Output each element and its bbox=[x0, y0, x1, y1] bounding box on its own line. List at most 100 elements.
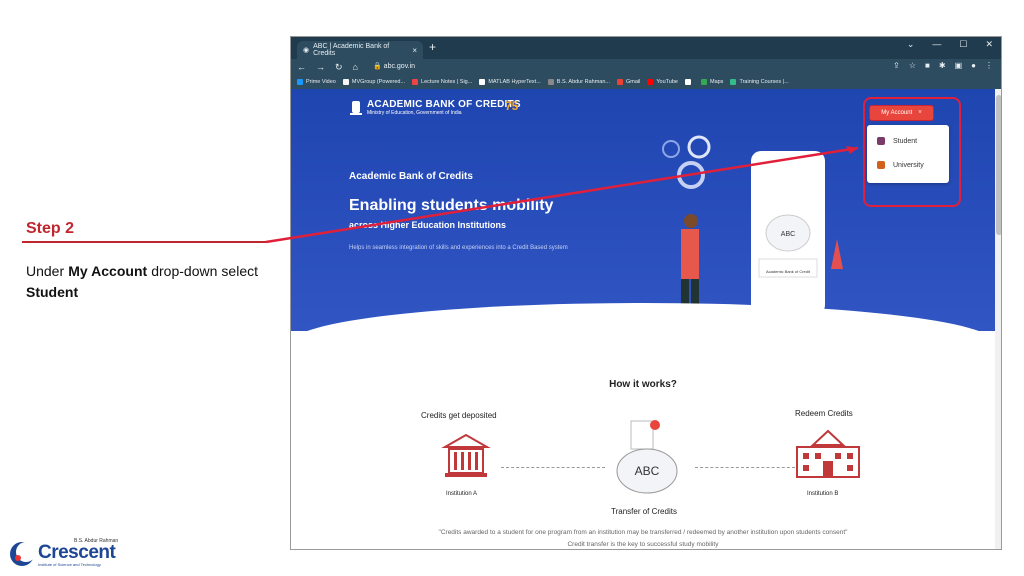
transfer-of-credits-label: Transfer of Credits bbox=[611, 507, 677, 516]
bookmark-item[interactable]: B.S. Abdur Rahman... bbox=[547, 79, 610, 85]
bookmark-favicon-icon bbox=[479, 79, 486, 85]
emblem-icon bbox=[350, 101, 362, 115]
logo-sub-text: Institute of Science and Technology bbox=[38, 562, 101, 567]
student-label: Student bbox=[893, 137, 918, 145]
sidepanel-icon[interactable]: ▣ bbox=[955, 61, 963, 70]
dashed-connector-right bbox=[695, 467, 795, 468]
bookmark-favicon-icon bbox=[412, 79, 419, 85]
bookmark-item[interactable]: YouTube bbox=[647, 79, 678, 85]
my-account-dropdown: Student University bbox=[867, 125, 949, 183]
piggy-bank-icon: ABC bbox=[616, 420, 678, 494]
tab-bar: ◉ ABC | Academic Bank of Credits × + ⌄ —… bbox=[291, 37, 1001, 59]
student-icon bbox=[877, 137, 885, 145]
desc-student: Student bbox=[26, 284, 79, 300]
bookmark-label: YouTube bbox=[656, 79, 678, 85]
person-head bbox=[684, 214, 698, 228]
address-bar: ← → ↻ ⌂ 🔒 abc.gov.in ⇪ ☆ ■ ✱ ▣ ● ⋮ bbox=[291, 59, 1001, 75]
step-underline bbox=[22, 241, 266, 243]
how-it-works-title: How it works? bbox=[609, 379, 677, 390]
bookmark-favicon-icon bbox=[547, 79, 554, 85]
bookmark-label: Prime Video bbox=[306, 79, 336, 85]
window-controls: ⌄ — ☐ ✕ bbox=[907, 39, 993, 50]
bookmark-item[interactable]: Gmail bbox=[616, 79, 641, 85]
forward-icon[interactable]: → bbox=[316, 62, 325, 72]
address-right-icons: ⇪ ☆ ■ ✱ ▣ ● ⋮ bbox=[893, 61, 993, 70]
bookmark-item[interactable]: Prime Video bbox=[297, 79, 336, 85]
menu-icon[interactable]: ⋮ bbox=[985, 61, 993, 70]
tab-favicon-icon: ◉ bbox=[303, 47, 310, 54]
bookmark-item[interactable]: Lecture Notes | Sig... bbox=[412, 79, 472, 85]
university-label: University bbox=[893, 161, 924, 169]
back-icon[interactable]: ← bbox=[297, 62, 306, 72]
my-account-label: My Account bbox=[881, 110, 913, 116]
close-window-icon[interactable]: ✕ bbox=[985, 39, 993, 50]
card-label: Academic Bank of Credit bbox=[766, 269, 811, 274]
dropdown-chevron-icon[interactable]: ⌄ bbox=[907, 39, 915, 50]
minimize-icon[interactable]: — bbox=[932, 39, 941, 50]
credits-deposited-label: Credits get deposited bbox=[421, 411, 497, 420]
bookmark-label: B.S. Abdur Rahman... bbox=[556, 79, 610, 85]
quote-line-1: "Credits awarded to a student for one pr… bbox=[438, 529, 848, 536]
url-text: abc.gov.in bbox=[383, 63, 416, 70]
star-icon[interactable]: ☆ bbox=[909, 61, 916, 70]
bookmark-label: MATLAB HyperText... bbox=[488, 79, 541, 85]
gear-icon bbox=[662, 140, 680, 158]
maximize-icon[interactable]: ☐ bbox=[959, 39, 967, 50]
bookmark-favicon-icon bbox=[647, 79, 654, 85]
bookmark-favicon-icon bbox=[684, 79, 691, 85]
reload-icon[interactable]: ↻ bbox=[335, 62, 343, 73]
person-body bbox=[681, 229, 699, 279]
gear-icon bbox=[677, 161, 705, 189]
bookmark-favicon-icon bbox=[342, 79, 349, 85]
browser-window: ◉ ABC | Academic Bank of Credits × + ⌄ —… bbox=[290, 36, 1002, 550]
new-tab-button[interactable]: + bbox=[429, 40, 436, 54]
bookmark-favicon-icon bbox=[700, 79, 707, 85]
institution-a-label: Institution A bbox=[446, 491, 478, 497]
piggy-abc-label: ABC bbox=[635, 464, 660, 478]
bookmark-item[interactable] bbox=[684, 79, 694, 85]
hero-curve bbox=[291, 303, 995, 331]
avatar-icon[interactable]: ● bbox=[971, 61, 976, 70]
bookmark-item[interactable]: Maps bbox=[700, 79, 723, 85]
dropdown-item-university[interactable]: University bbox=[877, 161, 924, 169]
dropdown-item-student[interactable]: Student bbox=[877, 137, 917, 145]
hero-description: Helps in seamless integration of skills … bbox=[349, 245, 568, 251]
bookmark-label: MVGroup (Powered... bbox=[351, 79, 406, 85]
my-account-button[interactable]: My Account ˅ bbox=[869, 105, 934, 121]
azadi-logo: 75 bbox=[505, 99, 519, 113]
hero-title: Enabling students mobility bbox=[349, 197, 554, 214]
crescent-logo: B.S. Abdur Rahman Crescent Institute of … bbox=[8, 532, 128, 572]
bookmark-item[interactable]: Training Courses |... bbox=[730, 79, 789, 85]
institution-b-icon bbox=[796, 429, 860, 478]
university-icon bbox=[877, 161, 885, 169]
bookmark-item[interactable]: MATLAB HyperText... bbox=[479, 79, 541, 85]
step-description: Under My Account drop-down select Studen… bbox=[26, 261, 258, 303]
bookmark-label: Gmail bbox=[625, 79, 641, 85]
bookmark-favicon-icon bbox=[297, 79, 303, 85]
home-icon[interactable]: ⌂ bbox=[353, 62, 358, 72]
url-input[interactable]: 🔒 abc.gov.in bbox=[369, 61, 909, 73]
tab-title: ABC | Academic Bank of Credits bbox=[313, 43, 390, 57]
bookmark-item[interactable]: MVGroup (Powered... bbox=[342, 79, 406, 85]
share-icon[interactable]: ⇪ bbox=[893, 61, 900, 70]
browser-tab[interactable]: ◉ ABC | Academic Bank of Credits × bbox=[297, 41, 423, 59]
institution-b-label: Institution B bbox=[807, 491, 839, 497]
gear-icon bbox=[687, 135, 711, 159]
step-title: Step 2 bbox=[26, 220, 75, 237]
tab-close-icon[interactable]: × bbox=[412, 46, 417, 55]
bookmark-label: Training Courses |... bbox=[739, 79, 789, 85]
bookmark-label: Lecture Notes | Sig... bbox=[421, 79, 473, 85]
extension-icon[interactable]: ■ bbox=[925, 61, 930, 70]
logo-main-text: Crescent bbox=[38, 542, 116, 563]
hero-label: Academic Bank of Credits bbox=[349, 171, 473, 182]
puzzle-icon[interactable]: ✱ bbox=[939, 61, 946, 70]
redeem-credits-label: Redeem Credits bbox=[795, 409, 853, 418]
bookmark-favicon-icon bbox=[616, 79, 623, 85]
abc-logo-name: ACADEMIC BANK OF CREDITS bbox=[367, 99, 521, 110]
hero-subtitle: across Higher Education Institutions bbox=[349, 220, 507, 230]
crescent-emblem-icon bbox=[10, 542, 36, 566]
scrollbar-thumb[interactable] bbox=[996, 95, 1001, 235]
bookmark-favicon-icon bbox=[730, 79, 737, 85]
dashed-connector-left bbox=[501, 467, 605, 468]
scrollbar[interactable] bbox=[995, 89, 1001, 549]
